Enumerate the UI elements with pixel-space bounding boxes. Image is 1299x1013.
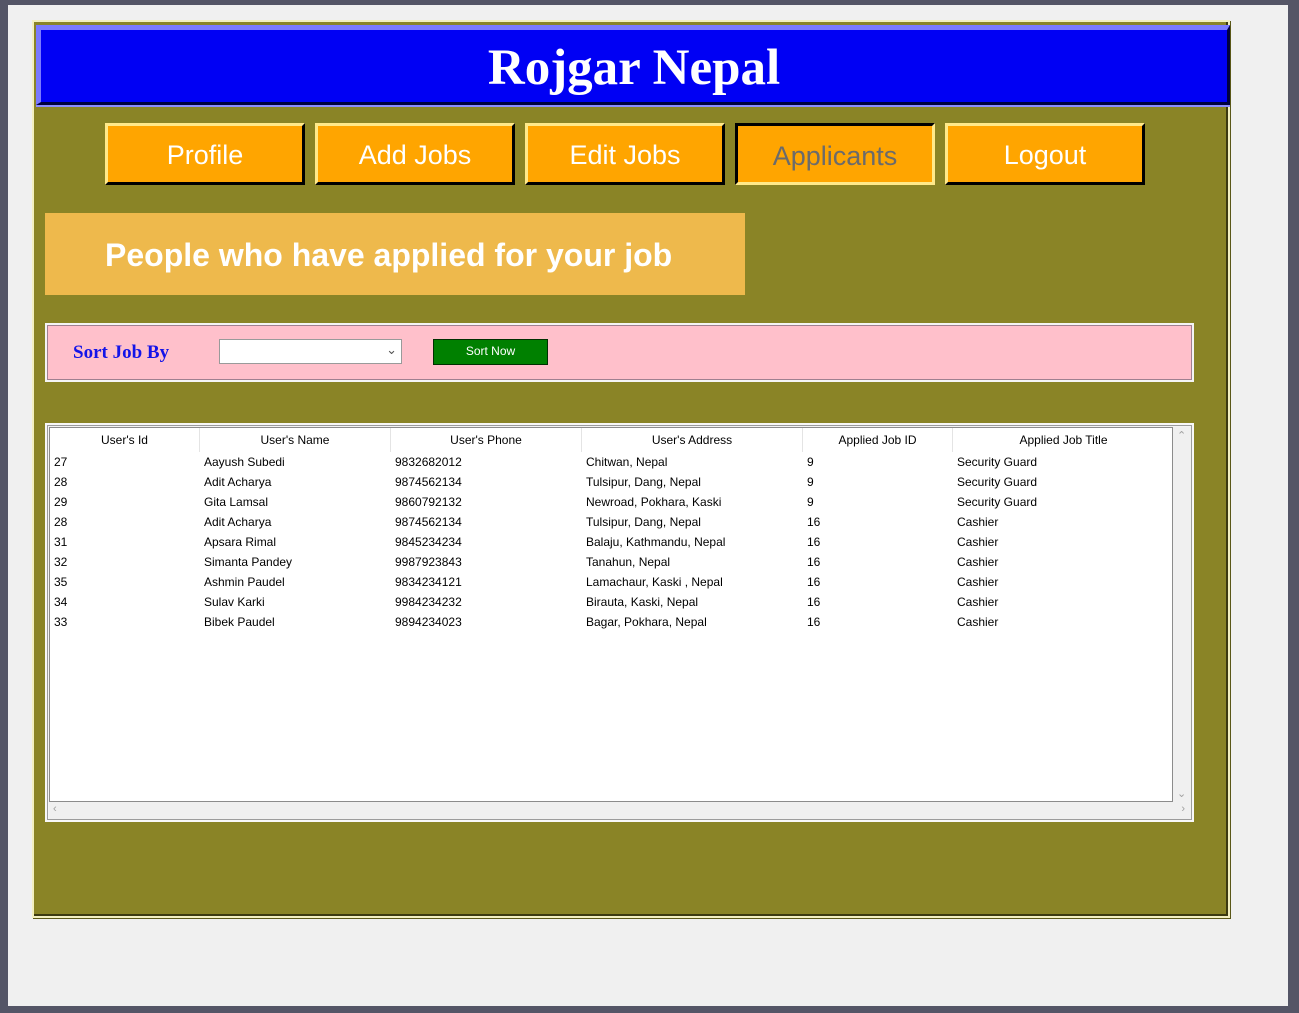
cell-applied-job-title: Cashier: [957, 515, 999, 529]
page-heading: People who have applied for your job: [105, 237, 673, 273]
table-row[interactable]: 34 Sulav Karki 9984234232 Birauta, Kaski, N…: [50, 592, 1172, 612]
cell-user-name: Apsara Rimal: [204, 535, 277, 549]
cell-user-address: Tulsipur, Dang, Nepal: [586, 515, 701, 529]
cell-user-phone: 9987923843: [395, 555, 462, 569]
vertical-scrollbar[interactable]: ⌃ ⌄: [1173, 427, 1191, 802]
cell-user-name: Adit Acharya: [204, 515, 272, 529]
cell-user-name: Aayush Subedi: [204, 455, 285, 469]
cell-user-address: Bagar, Pokhara, Nepal: [586, 615, 707, 629]
table-row[interactable]: 33 Bibek Paudel 9894234023 Bagar, Pokhara, …: [50, 612, 1172, 632]
cell-applied-job-title: Cashier: [957, 575, 999, 589]
cell-user-phone: 9894234023: [395, 615, 462, 629]
header-bar: Rojgar Nepal: [36, 25, 1230, 105]
sort-select[interactable]: ⌄: [219, 339, 402, 364]
cell-user-address: Birauta, Kaski, Nepal: [586, 595, 699, 609]
scroll-down-icon[interactable]: ⌄: [1177, 787, 1186, 800]
cell-user-name: Bibek Paudel: [204, 615, 275, 629]
cell-user-name: Gita Lamsal: [204, 495, 269, 509]
sort-now-button[interactable]: Sort Now: [433, 339, 548, 365]
app-title: Rojgar Nepal: [487, 40, 781, 96]
column-header-user-name[interactable]: User's Name: [200, 428, 391, 452]
cell-user-address: Tulsipur, Dang, Nepal: [586, 475, 701, 489]
column-header-user-phone[interactable]: User's Phone: [391, 428, 582, 452]
cell-user-phone: 9860792132: [395, 495, 462, 509]
column-header-applied-job-title[interactable]: Applied Job Title: [953, 428, 1172, 452]
cell-user-id: 28: [54, 515, 68, 529]
nav-add-jobs-button[interactable]: Add Jobs: [315, 123, 515, 185]
page-banner: People who have applied for your job: [45, 213, 745, 295]
cell-user-id: 32: [54, 555, 68, 569]
cell-applied-job-title: Security Guard: [957, 495, 1038, 509]
scroll-right-icon[interactable]: ›: [1181, 803, 1185, 815]
cell-user-id: 31: [54, 535, 68, 549]
column-header-user-address[interactable]: User's Address: [582, 428, 803, 452]
cell-user-name: Simanta Pandey: [204, 555, 293, 569]
table-row[interactable]: 28 Adit Acharya 9874562134 Tulsipur, Dang, …: [50, 512, 1172, 532]
nav-edit-jobs-button[interactable]: Edit Jobs: [525, 123, 725, 185]
cell-user-address: Chitwan, Nepal: [586, 455, 668, 469]
cell-user-phone: 9984234232: [395, 595, 462, 609]
table-row[interactable]: 35 Ashmin Paudel 9834234121 Lamachaur, Kask…: [50, 572, 1172, 592]
cell-user-name: Sulav Karki: [204, 595, 265, 609]
cell-user-phone: 9845234234: [395, 535, 462, 549]
nav-applicants-button[interactable]: Applicants: [735, 123, 935, 185]
cell-user-id: 35: [54, 575, 68, 589]
cell-applied-job-title: Cashier: [957, 555, 999, 569]
cell-applied-job-title: Cashier: [957, 535, 999, 549]
nav-profile-button[interactable]: Profile: [105, 123, 305, 185]
cell-user-id: 34: [54, 595, 68, 609]
cell-applied-job-title: Security Guard: [957, 475, 1038, 489]
cell-applied-job-id: 16: [807, 615, 821, 629]
table-row[interactable]: 27 Aayush Subedi 9832682012 Chitwan, Nepal 9…: [50, 452, 1172, 472]
cell-applied-job-id: 16: [807, 535, 821, 549]
cell-applied-job-id: 9: [807, 495, 814, 509]
sort-bar: Sort Job By ⌄ Sort Now: [45, 323, 1194, 382]
column-header-user-id[interactable]: User's Id: [50, 428, 200, 452]
cell-applied-job-id: 16: [807, 515, 821, 529]
chevron-down-icon: ⌄: [386, 342, 397, 357]
cell-user-id: 29: [54, 495, 68, 509]
cell-user-phone: 9834234121: [395, 575, 462, 589]
scroll-left-icon[interactable]: ‹: [53, 803, 57, 815]
nav-logout-button[interactable]: Logout: [945, 123, 1145, 185]
applicants-grid[interactable]: User's Id User's Name User's Phone User'…: [49, 427, 1173, 802]
cell-user-id: 33: [54, 615, 68, 629]
scroll-up-icon[interactable]: ⌃: [1177, 429, 1186, 442]
cell-user-id: 27: [54, 455, 68, 469]
cell-applied-job-title: Cashier: [957, 595, 999, 609]
sort-label: Sort Job By: [73, 342, 170, 363]
column-header-applied-job-id[interactable]: Applied Job ID: [803, 428, 953, 452]
cell-applied-job-id: 9: [807, 475, 814, 489]
cell-user-name: Ashmin Paudel: [204, 575, 285, 589]
table-row[interactable]: 29 Gita Lamsal 9860792132 Newroad, Pokhara,…: [50, 492, 1172, 512]
horizontal-scrollbar[interactable]: ‹ ›: [49, 802, 1191, 819]
cell-applied-job-id: 9: [807, 455, 814, 469]
table-row[interactable]: 28 Adit Acharya 9874562134 Tulsipur, Dang, …: [50, 472, 1172, 492]
cell-applied-job-title: Security Guard: [957, 455, 1038, 469]
cell-user-address: Lamachaur, Kaski , Nepal: [586, 575, 723, 589]
cell-applied-job-id: 16: [807, 555, 821, 569]
table-row[interactable]: 31 Apsara Rimal 9845234234 Balaju, Kathmand…: [50, 532, 1172, 552]
cell-user-phone: 9874562134: [395, 475, 462, 489]
cell-applied-job-id: 16: [807, 595, 821, 609]
cell-user-phone: 9874562134: [395, 515, 462, 529]
cell-user-address: Tanahun, Nepal: [586, 555, 671, 569]
table-row[interactable]: 32 Simanta Pandey 9987923843 Tanahun, Nepal…: [50, 552, 1172, 572]
cell-user-address: Balaju, Kathmandu, Nepal: [586, 535, 726, 549]
cell-user-id: 28: [54, 475, 68, 489]
cell-user-name: Adit Acharya: [204, 475, 272, 489]
cell-applied-job-title: Cashier: [957, 615, 999, 629]
cell-user-address: Newroad, Pokhara, Kaski: [586, 495, 722, 509]
cell-applied-job-id: 16: [807, 575, 821, 589]
cell-user-phone: 9832682012: [395, 455, 462, 469]
